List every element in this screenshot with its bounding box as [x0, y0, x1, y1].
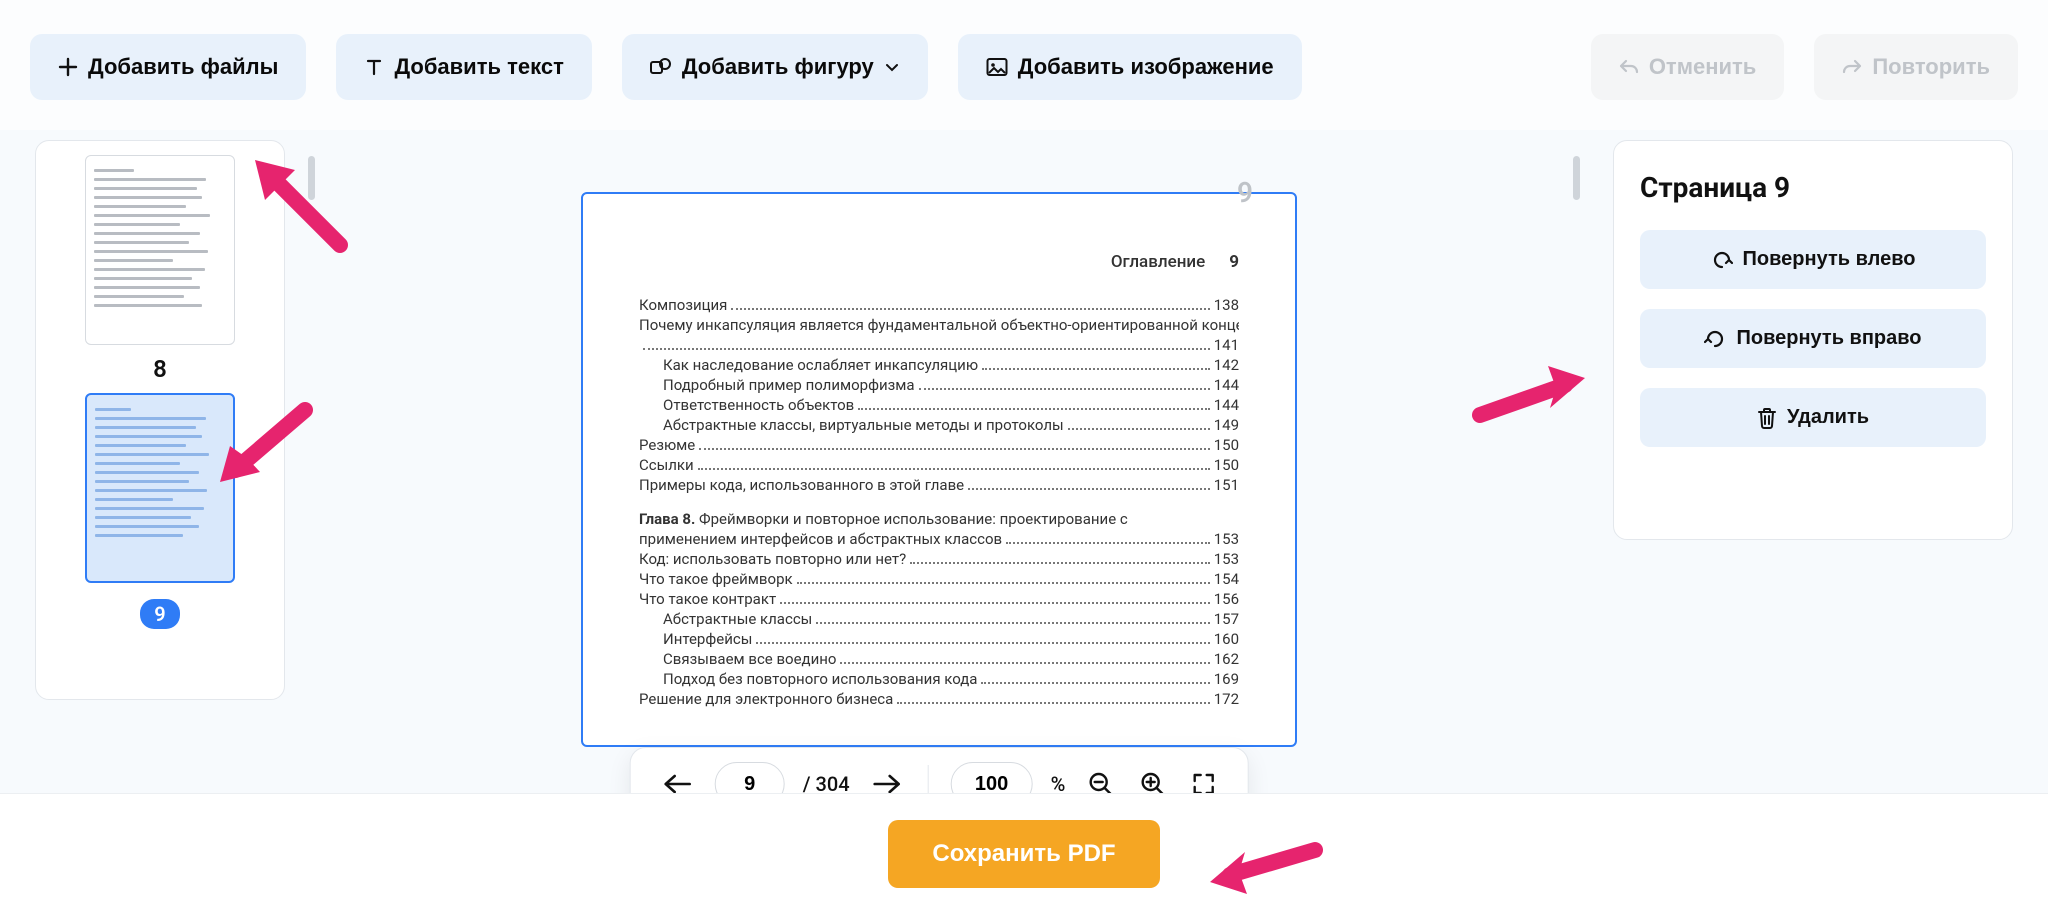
toc-list: Композиция138Почему инкапсуляция являетс…: [639, 296, 1239, 708]
undo-label: Отменить: [1649, 54, 1757, 80]
rotate-left-icon: [1711, 249, 1733, 271]
add-files-button[interactable]: Добавить файлы: [30, 34, 306, 100]
arrow-right-icon: [872, 773, 902, 795]
toc-line: Что такое фреймворк154: [639, 570, 1239, 588]
canvas: 9 Оглавление 9 Композиция138Почему инкап…: [285, 140, 1593, 793]
toc-line: Резюме150: [639, 436, 1239, 454]
toc-line: Интерфейсы160: [639, 630, 1239, 648]
toc-line: Примеры кода, использованного в этой гла…: [639, 476, 1239, 494]
floating-page-number: 9: [1237, 176, 1253, 209]
toc-line: Подробный пример полиморфизма144: [639, 376, 1239, 394]
shape-icon: [650, 57, 672, 77]
plus-icon: [58, 57, 78, 77]
add-image-button[interactable]: Добавить изображение: [958, 34, 1302, 100]
toc-line: Ответственность объектов144: [639, 396, 1239, 414]
add-files-label: Добавить файлы: [88, 54, 278, 80]
add-text-button[interactable]: Добавить текст: [336, 34, 591, 100]
thumbnail-page-8[interactable]: [85, 155, 235, 345]
right-resize-handle[interactable]: [1573, 156, 1580, 200]
toc-line: Подход без повторного использования кода…: [639, 670, 1239, 688]
page-header-label: Оглавление: [1111, 252, 1205, 272]
rotate-right-label: Повернуть вправо: [1736, 327, 1921, 350]
toc-line: Как наследование ослабляет инкапсуляцию1…: [639, 356, 1239, 374]
toc-line: 141: [639, 336, 1239, 354]
add-shape-label: Добавить фигуру: [682, 54, 874, 80]
add-text-label: Добавить текст: [394, 54, 563, 80]
panel-title: Страница 9: [1640, 171, 1986, 204]
undo-button[interactable]: Отменить: [1591, 34, 1785, 100]
rotate-left-label: Повернуть влево: [1743, 248, 1916, 271]
save-bar: Сохранить PDF: [0, 793, 2048, 913]
toolbar: Добавить файлы Добавить текст Добавить ф…: [0, 0, 2048, 130]
thumbnail-page-9[interactable]: [85, 393, 235, 583]
rotate-left-button[interactable]: Повернуть влево: [1640, 230, 1986, 289]
delete-label: Удалить: [1787, 406, 1869, 429]
thumbnail-sidebar: 8 9: [35, 140, 285, 700]
save-label: Сохранить PDF: [932, 840, 1115, 867]
toc-line: Ссылки150: [639, 456, 1239, 474]
image-icon: [986, 57, 1008, 77]
add-image-label: Добавить изображение: [1018, 54, 1274, 80]
toc-line: Связываем все воедино162: [639, 650, 1239, 668]
save-pdf-button[interactable]: Сохранить PDF: [888, 820, 1159, 888]
trash-icon: [1757, 407, 1777, 429]
add-shape-button[interactable]: Добавить фигуру: [622, 34, 928, 100]
arrow-left-icon: [663, 773, 693, 795]
delete-page-button[interactable]: Удалить: [1640, 388, 1986, 447]
undo-icon: [1619, 58, 1639, 76]
page-actions-panel: Страница 9 Повернуть влево Повернуть впр…: [1613, 140, 2013, 540]
redo-label: Повторить: [1872, 54, 1990, 80]
page-preview[interactable]: Оглавление 9 Композиция138Почему инкапсу…: [581, 192, 1297, 747]
page-header-number: 9: [1229, 252, 1239, 272]
thumbnail-label-9: 9: [140, 599, 179, 629]
redo-icon: [1842, 58, 1862, 76]
main-area: 8 9 9 Оглавление 9 Композиция138Почему и…: [0, 140, 2048, 793]
toc-line: Абстрактные классы, виртуальные методы и…: [639, 416, 1239, 434]
toc-line: Что такое контракт156: [639, 590, 1239, 608]
chevron-down-icon: [884, 59, 900, 75]
rotate-right-icon: [1704, 328, 1726, 350]
toc-line: Код: использовать повторно или нет?153: [639, 550, 1239, 568]
toc-line: Композиция138: [639, 296, 1239, 314]
toc-line: Абстрактные классы157: [639, 610, 1239, 628]
toc-line: Решение для электронного бизнеса172: [639, 690, 1239, 708]
text-icon: [364, 57, 384, 77]
thumbnail-label-8: 8: [153, 355, 167, 383]
rotate-right-button[interactable]: Повернуть вправо: [1640, 309, 1986, 368]
page-header: Оглавление 9: [639, 252, 1239, 272]
redo-button[interactable]: Повторить: [1814, 34, 2018, 100]
